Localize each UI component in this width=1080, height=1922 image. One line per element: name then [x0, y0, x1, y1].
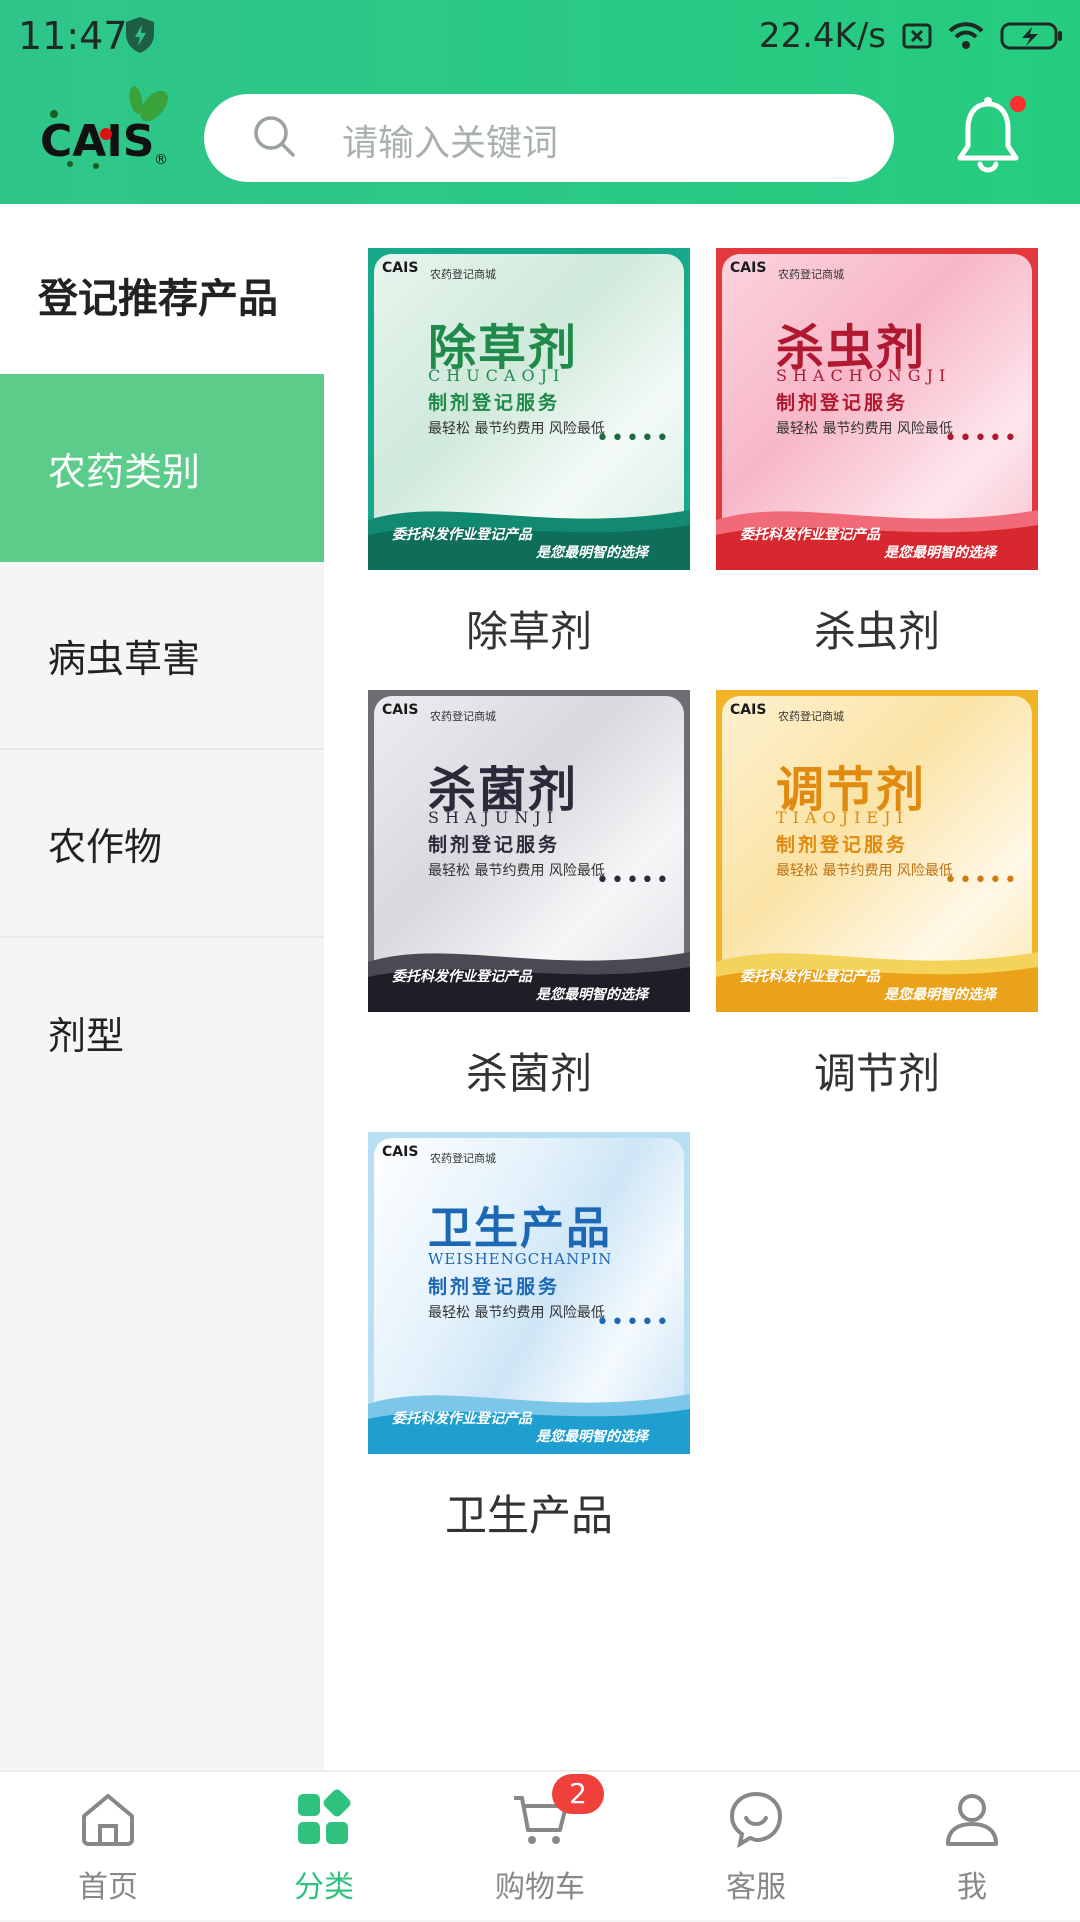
search-placeholder: 请输入关键词: [342, 123, 559, 164]
sidebar-item-crops[interactable]: 农作物: [0, 750, 324, 938]
product-image: CAIS 农药登记商城 卫生产品 WEISHENGCHANPIN 制剂登记服务 …: [368, 1132, 690, 1454]
product-label: 杀菌剂: [465, 1049, 592, 1098]
product-grid: CAIS 农药登记商城 除草剂 CHUCAOJI 制剂登记服务 最轻松 最节约费…: [324, 204, 1080, 1770]
customer-service-icon: [729, 1791, 783, 1848]
tab-home[interactable]: 首页: [0, 1772, 216, 1922]
product-card-insecticide[interactable]: CAIS 农药登记商城 杀虫剂 SHACHONGJI 制剂登记服务 最轻松 最节…: [716, 248, 1038, 659]
sidebar-item-label: 剂型: [48, 1013, 125, 1058]
tab-label: 客服: [726, 1870, 786, 1905]
bottom-tab-bar: 首页 分类 2 购物车 客服 我: [0, 1770, 1080, 1920]
sidebar-item-formulation[interactable]: 剂型: [0, 938, 324, 1126]
product-image: CAIS 农药登记商城 除草剂 CHUCAOJI 制剂登记服务 最轻松 最节约费…: [368, 248, 690, 570]
product-image: CAIS 农药登记商城 调节剂 TIAOJIEJI 制剂登记服务 最轻松 最节约…: [716, 690, 1038, 1012]
cart-badge: 2: [552, 1774, 604, 1814]
product-card-regulator[interactable]: CAIS 农药登记商城 调节剂 TIAOJIEJI 制剂登记服务 最轻松 最节约…: [716, 690, 1038, 1101]
category-icon: [298, 1789, 351, 1844]
product-label: 卫生产品: [444, 1491, 613, 1540]
product-label: 除草剂: [465, 607, 592, 656]
tab-label: 分类: [294, 1870, 354, 1905]
product-card-herbicide[interactable]: CAIS 农药登记商城 除草剂 CHUCAOJI 制剂登记服务 最轻松 最节约费…: [368, 248, 690, 659]
net-speed: 22.4K/s: [758, 16, 886, 56]
tab-customer-service[interactable]: 客服: [648, 1772, 864, 1922]
cais-logo[interactable]: CAIS ®: [36, 84, 176, 180]
search-icon: [254, 116, 295, 157]
product-image: CAIS 农药登记商城 杀虫剂 SHACHONGJI 制剂登记服务 最轻松 最节…: [716, 248, 1038, 570]
tab-me[interactable]: 我: [864, 1772, 1080, 1922]
product-card-hygiene[interactable]: CAIS 农药登记商城 卫生产品 WEISHENGCHANPIN 制剂登记服务 …: [368, 1132, 690, 1543]
sidebar-item-label: 农药类别: [48, 449, 201, 494]
tab-label: 购物车: [495, 1870, 585, 1905]
notification-button[interactable]: [952, 94, 1026, 178]
home-icon: [82, 1794, 134, 1846]
no-sim-icon: [902, 23, 932, 49]
tab-label: 我: [957, 1870, 987, 1905]
app-header: 11:47 22.4K/s CAIS ® 请输入关键词: [0, 0, 1080, 204]
status-time: 11:47: [18, 14, 128, 58]
wifi-icon: [948, 22, 984, 49]
product-label: 调节剂: [813, 1049, 940, 1098]
search-bar[interactable]: 请输入关键词: [204, 94, 894, 182]
battery-charging-icon: [1000, 22, 1062, 50]
tab-category[interactable]: 分类: [216, 1772, 432, 1922]
shield-icon: [126, 17, 154, 53]
sidebar-item-pesticide-category[interactable]: 农药类别: [0, 374, 324, 562]
user-icon: [946, 1794, 998, 1846]
tab-label: 首页: [78, 1870, 138, 1905]
product-label: 杀虫剂: [813, 607, 940, 656]
sidebar-item-label: 病虫草害: [48, 636, 201, 681]
category-sidebar: 登记推荐产品 农药类别 病虫草害 农作物 剂型: [0, 204, 324, 1770]
tab-cart[interactable]: 2 购物车: [432, 1772, 648, 1922]
svg-text:®: ®: [154, 152, 168, 168]
status-right: 22.4K/s: [759, 14, 1064, 58]
sidebar-title: 登记推荐产品: [0, 204, 324, 374]
product-card-fungicide[interactable]: CAIS 农药登记商城 杀菌剂 SHAJUNJI 制剂登记服务 最轻松 最节约费…: [368, 690, 690, 1101]
sidebar-item-label: 农作物: [48, 824, 163, 869]
status-bar: 11:47 22.4K/s: [0, 0, 1080, 72]
logo-text: CAIS: [40, 116, 154, 167]
notification-dot: [1010, 96, 1026, 112]
product-image: CAIS 农药登记商城 杀菌剂 SHAJUNJI 制剂登记服务 最轻松 最节约费…: [368, 690, 690, 1012]
sidebar-item-pests-diseases[interactable]: 病虫草害: [0, 562, 324, 750]
logo-icon: CAIS ®: [40, 86, 168, 169]
